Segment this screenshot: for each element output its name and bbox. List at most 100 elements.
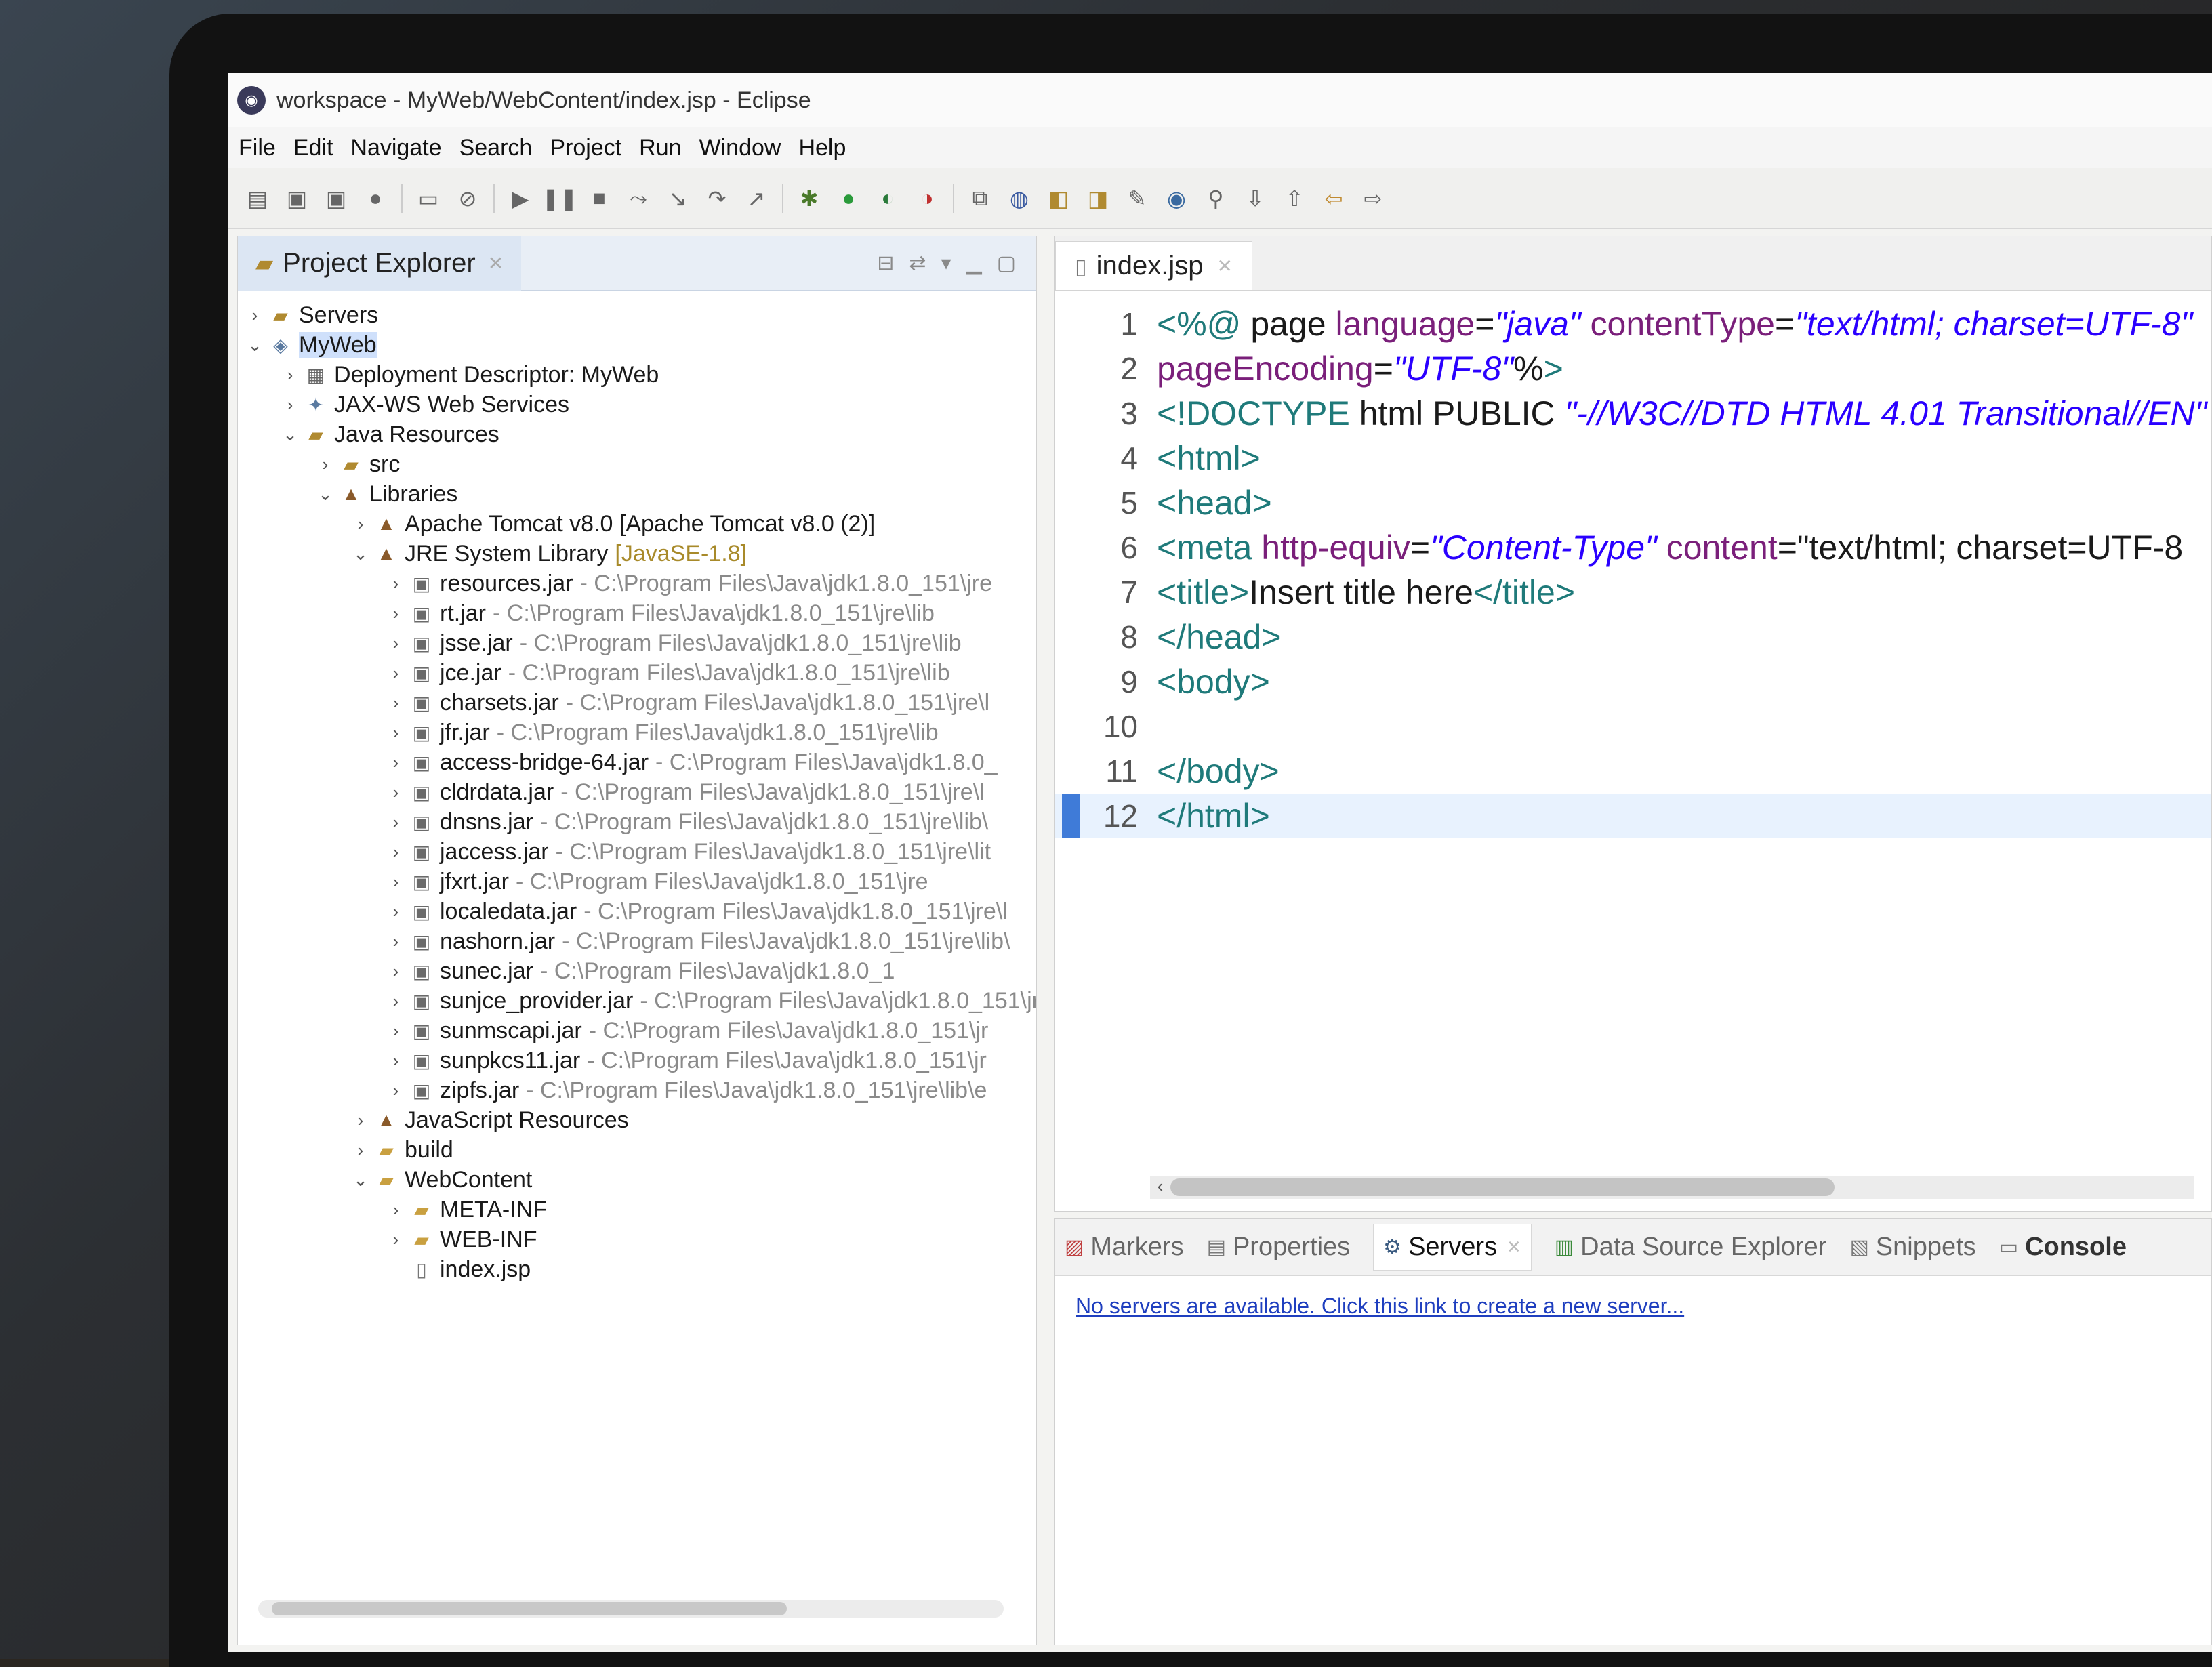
- tree-item-webcontent[interactable]: ⌄ ▰ WebContent: [238, 1165, 1036, 1195]
- tab-properties[interactable]: ▤ Properties: [1207, 1233, 1351, 1262]
- tree-item-jar[interactable]: › ▣ sunmscapi.jar - C:\Program Files\Java\j…: [238, 1016, 1036, 1046]
- tree-item-web-inf[interactable]: › ▰ WEB-INF: [238, 1224, 1036, 1254]
- tree-item-jar[interactable]: › ▣ jfr.jar - C:\Program Files\Java\jdk1.8.…: [238, 718, 1036, 747]
- tree-item-jar[interactable]: › ▣ jsse.jar - C:\Program Files\Java\jdk1.8…: [238, 628, 1036, 658]
- chevron-right-icon[interactable]: ›: [386, 812, 406, 833]
- new-server-icon[interactable]: ⧉: [966, 185, 994, 212]
- code-line[interactable]: 4 <html>: [1055, 436, 2211, 480]
- next-annotation-icon[interactable]: ⇩: [1242, 185, 1269, 212]
- code-editor[interactable]: 1 <%@ page language="java" contentType="t…: [1055, 302, 2211, 838]
- scrollbar-thumb[interactable]: [1170, 1178, 1835, 1196]
- back-icon[interactable]: ⇦: [1320, 185, 1347, 212]
- tab-project-explorer[interactable]: ▰ Project Explorer ✕: [238, 236, 522, 291]
- tree-item-java-resources[interactable]: ⌄ ▰ Java Resources: [238, 419, 1036, 449]
- step-return-icon[interactable]: ↗: [743, 185, 770, 212]
- chevron-right-icon[interactable]: ›: [386, 633, 406, 654]
- link-editor-icon[interactable]: ⇄: [909, 251, 926, 275]
- close-icon[interactable]: ✕: [1216, 255, 1232, 277]
- chevron-left-icon[interactable]: ‹: [1150, 1176, 1170, 1199]
- chevron-down-icon[interactable]: ⌄: [245, 335, 265, 356]
- close-icon[interactable]: ✕: [488, 252, 504, 274]
- chevron-right-icon[interactable]: ›: [386, 603, 406, 624]
- chevron-right-icon[interactable]: ›: [315, 454, 335, 475]
- maximize-icon[interactable]: ▢: [997, 251, 1016, 275]
- menu-search[interactable]: Search: [459, 135, 533, 161]
- chevron-right-icon[interactable]: ›: [386, 1080, 406, 1101]
- chevron-down-icon[interactable]: ⌄: [350, 543, 371, 564]
- chevron-down-icon[interactable]: ⌄: [350, 1170, 371, 1191]
- menu-file[interactable]: File: [239, 135, 276, 161]
- chevron-right-icon[interactable]: ›: [386, 1199, 406, 1220]
- code-line[interactable]: 9 <body>: [1055, 659, 2211, 704]
- open-type-icon[interactable]: ◧: [1045, 185, 1072, 212]
- open-task-icon[interactable]: ◨: [1084, 185, 1111, 212]
- editor-horizontal-scrollbar[interactable]: ‹: [1150, 1176, 2194, 1199]
- tree-item-libraries[interactable]: ⌄ ▲ Libraries: [238, 479, 1036, 509]
- terminate-icon[interactable]: ■: [586, 185, 613, 212]
- chevron-right-icon[interactable]: ›: [386, 663, 406, 684]
- view-menu-icon[interactable]: ▾: [941, 251, 951, 275]
- tree-item-index-jsp[interactable]: ▯ index.jsp: [238, 1254, 1036, 1284]
- tree-item-jre[interactable]: ⌄ ▲ JRE System Library [JavaSE-1.8]: [238, 539, 1036, 569]
- chevron-right-icon[interactable]: ›: [350, 1140, 371, 1161]
- code-line[interactable]: 10: [1055, 704, 2211, 749]
- tree-item-jar[interactable]: › ▣ sunjce_provider.jar - C:\Program Files\…: [238, 986, 1036, 1016]
- tree-item-jar[interactable]: › ▣ sunec.jar - C:\Program Files\Java\jdk1.…: [238, 956, 1036, 986]
- globe-icon[interactable]: ◉: [1163, 185, 1190, 212]
- chevron-down-icon[interactable]: ⌄: [280, 424, 300, 445]
- chevron-right-icon[interactable]: ›: [386, 693, 406, 714]
- tree-item-jar[interactable]: › ▣ nashorn.jar - C:\Program Files\Java\jdk…: [238, 926, 1036, 956]
- collapse-all-icon[interactable]: ⊟: [877, 251, 894, 275]
- minimize-icon[interactable]: ▁: [966, 251, 982, 275]
- chevron-right-icon[interactable]: ›: [386, 573, 406, 594]
- tree-item-jar[interactable]: › ▣ jaccess.jar - C:\Program Files\Java\jdk…: [238, 837, 1036, 867]
- tree-item-src[interactable]: › ▰ src: [238, 449, 1036, 479]
- chevron-right-icon[interactable]: ›: [386, 752, 406, 773]
- tree-item-javascript-resources[interactable]: › ▲ JavaScript Resources: [238, 1105, 1036, 1135]
- tree-item-jaxws[interactable]: › ✦ JAX-WS Web Services: [238, 390, 1036, 419]
- close-icon[interactable]: ✕: [1507, 1237, 1521, 1258]
- chevron-right-icon[interactable]: ›: [386, 901, 406, 922]
- chevron-right-icon[interactable]: ›: [386, 991, 406, 1012]
- tree-item-jar[interactable]: › ▣ cldrdata.jar - C:\Program Files\Java\jd…: [238, 777, 1036, 807]
- chevron-right-icon[interactable]: ›: [386, 1229, 406, 1250]
- tree-item-jar[interactable]: › ▣ charsets.jar - C:\Program Files\Java\jd…: [238, 688, 1036, 718]
- scrollbar-thumb[interactable]: [272, 1602, 787, 1615]
- chevron-right-icon[interactable]: ›: [350, 1110, 371, 1131]
- chevron-right-icon[interactable]: ›: [386, 842, 406, 863]
- chevron-right-icon[interactable]: ›: [280, 365, 300, 386]
- coverage-icon[interactable]: ◐: [874, 185, 901, 212]
- save-all-icon[interactable]: ▣: [323, 185, 350, 212]
- tree-item-build[interactable]: › ▰ build: [238, 1135, 1036, 1165]
- user-icon[interactable]: ●: [362, 185, 389, 212]
- debug-icon[interactable]: ✱: [796, 185, 823, 212]
- prev-annotation-icon[interactable]: ⇧: [1281, 185, 1308, 212]
- pin-icon[interactable]: ⚲: [1202, 185, 1229, 212]
- step-over-icon[interactable]: ↷: [703, 185, 731, 212]
- menu-help[interactable]: Help: [798, 135, 846, 161]
- tree-item-meta-inf[interactable]: › ▰ META-INF: [238, 1195, 1036, 1224]
- tab-servers[interactable]: ⚙ Servers ✕: [1373, 1224, 1532, 1271]
- create-server-link[interactable]: No servers are available. Click this lin…: [1076, 1294, 1684, 1319]
- code-line[interactable]: 5 <head>: [1055, 480, 2211, 525]
- menu-run[interactable]: Run: [639, 135, 681, 161]
- code-line[interactable]: 3 <!DOCTYPE html PUBLIC "-//W3C//DTD HTML…: [1055, 391, 2211, 436]
- chevron-right-icon[interactable]: ›: [386, 961, 406, 982]
- tree-item-jar[interactable]: › ▣ sunpkcs11.jar - C:\Program Files\Java\j…: [238, 1046, 1036, 1075]
- tab-data-source-explorer[interactable]: ▥ Data Source Explorer: [1555, 1233, 1827, 1262]
- search-icon[interactable]: ✎: [1124, 185, 1151, 212]
- skip-breakpoints-icon[interactable]: ⊘: [454, 185, 481, 212]
- menu-edit[interactable]: Edit: [293, 135, 333, 161]
- save-icon[interactable]: ▣: [283, 185, 310, 212]
- tree-item-jar[interactable]: › ▣ dnsns.jar - C:\Program Files\Java\jdk1.…: [238, 807, 1036, 837]
- tree-item-myweb[interactable]: ⌄ ◈ MyWeb: [238, 330, 1036, 360]
- chevron-right-icon[interactable]: ›: [350, 514, 371, 535]
- step-into-icon[interactable]: ↘: [664, 185, 691, 212]
- tree-item-deployment-descriptor[interactable]: › ▦ Deployment Descriptor: MyWeb: [238, 360, 1036, 390]
- code-line[interactable]: 8 </head>: [1055, 615, 2211, 659]
- chevron-right-icon[interactable]: ›: [280, 394, 300, 415]
- chevron-right-icon[interactable]: ›: [386, 931, 406, 952]
- forward-icon[interactable]: ⇨: [1359, 185, 1387, 212]
- tree-item-jar[interactable]: › ▣ jfxrt.jar - C:\Program Files\Java\jdk1.…: [238, 867, 1036, 897]
- tree-item-jar[interactable]: › ▣ jce.jar - C:\Program Files\Java\jdk1.8.…: [238, 658, 1036, 688]
